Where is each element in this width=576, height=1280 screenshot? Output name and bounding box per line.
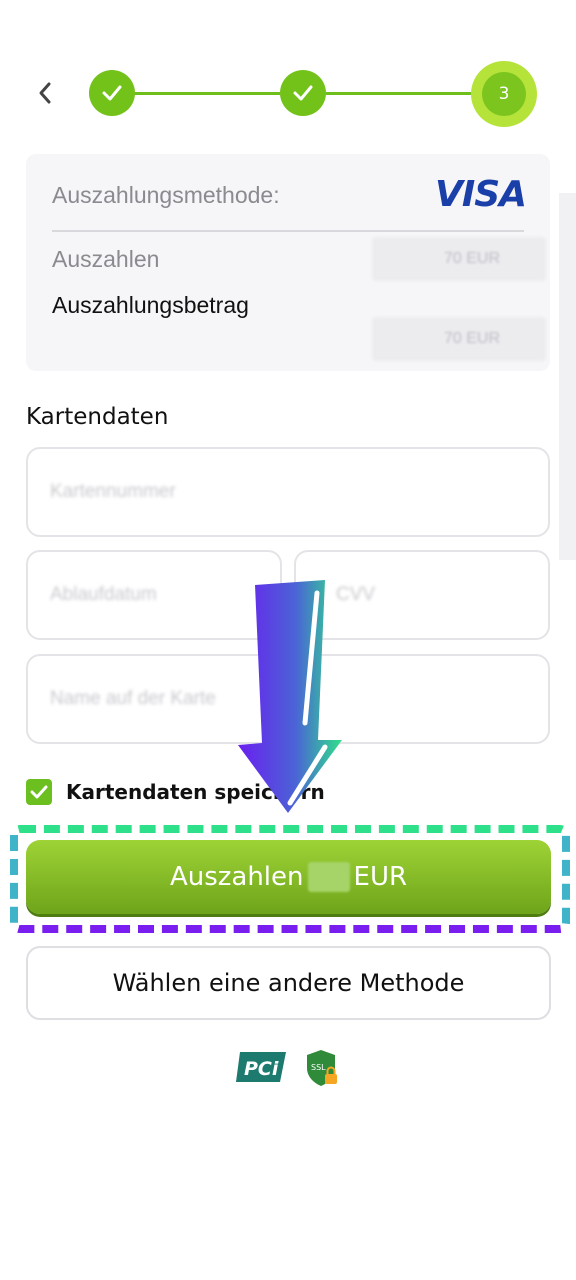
- payout-label: Auszahlen: [52, 246, 160, 272]
- back-button[interactable]: [30, 78, 60, 108]
- scrollbar[interactable]: [559, 193, 576, 560]
- choose-other-method-label: Wählen eine andere Methode: [112, 969, 465, 997]
- card-data-title: Kartendaten: [26, 404, 169, 430]
- pci-icon: PCi: [236, 1052, 286, 1082]
- card-number-field[interactable]: Kartennummer: [26, 447, 550, 537]
- payout-summary-card: Auszahlungsmethode: VISA Auszahlen 70 EU…: [26, 154, 550, 371]
- step-3-current: 3: [471, 61, 537, 127]
- step-1-complete: [89, 70, 135, 116]
- choose-other-method-button[interactable]: Wählen eine andere Methode: [26, 946, 551, 1020]
- card-holder-placeholder: Name auf der Karte: [50, 688, 216, 709]
- check-icon: [102, 85, 122, 101]
- save-card-checkbox[interactable]: [26, 779, 52, 805]
- payout-amount-label: Auszahlungsbetrag: [52, 292, 249, 318]
- step-2-complete: [280, 70, 326, 116]
- payout-method-label: Auszahlungsmethode:: [52, 182, 280, 208]
- ssl-shield-icon: SSL: [307, 1050, 337, 1086]
- chevron-left-icon: [39, 82, 51, 104]
- expiry-placeholder: Ablaufdatum: [50, 584, 157, 605]
- stepper-line: [134, 92, 280, 95]
- card-number-placeholder: Kartennummer: [50, 481, 176, 502]
- check-icon: [30, 785, 48, 799]
- check-icon: [293, 85, 313, 101]
- stepper-line: [326, 92, 474, 95]
- arrow-down-icon: [238, 580, 342, 813]
- divider: [52, 230, 524, 232]
- svg-text:PCi: PCi: [244, 1058, 279, 1080]
- payout-button-label: Auszahlen: [169, 862, 304, 892]
- svg-text:SSL: SSL: [311, 1063, 326, 1072]
- visa-logo: VISA: [434, 174, 527, 215]
- payout-button[interactable]: Auszahlen 00 EUR: [26, 840, 551, 914]
- payout-button-currency: EUR: [353, 862, 408, 892]
- step-number: 3: [482, 72, 526, 116]
- payout-amount-value: 70 EUR: [372, 317, 546, 361]
- payout-button-amount: 00: [307, 862, 350, 892]
- payout-value: 70 EUR: [372, 237, 546, 281]
